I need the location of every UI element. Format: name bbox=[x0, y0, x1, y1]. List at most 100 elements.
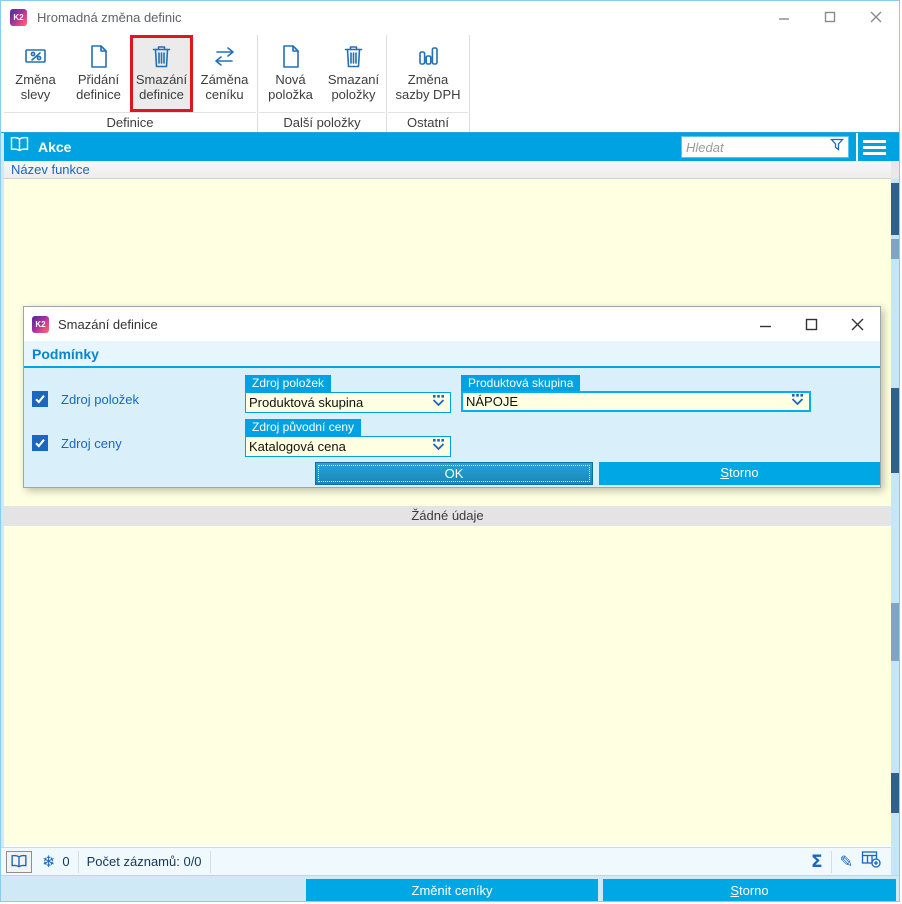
trash-icon bbox=[148, 40, 175, 72]
dialog-title: Smazání definice bbox=[58, 316, 158, 332]
dropdown-icon[interactable] bbox=[431, 438, 446, 456]
toolbar-group-dalsi-polozky: Nová položka Smazaní položky Další polož… bbox=[259, 35, 385, 132]
section-title: Podmínky bbox=[32, 345, 99, 362]
dropdown-icon[interactable] bbox=[790, 393, 805, 411]
field-tag: Zdroj původní ceny bbox=[245, 419, 362, 436]
bar-chart-icon bbox=[415, 40, 442, 72]
swap-arrows-icon bbox=[211, 40, 238, 72]
minimize-button[interactable] bbox=[761, 1, 807, 33]
divider bbox=[856, 133, 858, 161]
frozen-count: 0 bbox=[62, 854, 70, 869]
status-separator bbox=[77, 850, 79, 873]
dropdown-icon[interactable] bbox=[431, 394, 446, 412]
dialog-titlebar: K2 Smazání definice bbox=[24, 307, 880, 341]
delete-definition-button[interactable]: Smazání definice bbox=[130, 35, 193, 112]
toolbar-group-label: Definice bbox=[4, 112, 256, 132]
toolbar-group-label: Další položky bbox=[259, 112, 385, 132]
button-label: Nová bbox=[275, 72, 306, 87]
button-label: položka bbox=[268, 87, 313, 102]
button-label: Smazaní bbox=[327, 72, 380, 87]
ok-button[interactable]: OK bbox=[315, 462, 593, 485]
dialog-body: Zdroj položek Zdroj položek Produktová s… bbox=[24, 368, 880, 485]
combo-zdroj-puvodni-ceny bbox=[245, 436, 451, 457]
edit-pencil-icon[interactable]: ✎ bbox=[840, 852, 853, 871]
close-button[interactable] bbox=[853, 1, 899, 33]
button-label: definice bbox=[139, 87, 184, 102]
button-label: Záměna bbox=[200, 72, 249, 87]
checkbox-row-zdroj-ceny: Zdroj ceny bbox=[32, 435, 122, 451]
dialog-section-header: Podmínky bbox=[24, 341, 880, 368]
toolbar: Změna slevy Přidání definice Smazání def… bbox=[1, 33, 899, 133]
button-label: Změna bbox=[15, 72, 56, 87]
menu-icon[interactable] bbox=[861, 136, 888, 158]
search-input[interactable] bbox=[682, 138, 830, 156]
dialog-maximize-button[interactable] bbox=[788, 307, 834, 341]
dialog-close-button[interactable] bbox=[834, 307, 880, 341]
maximize-button[interactable] bbox=[807, 1, 853, 33]
toolbar-group-ostatni: Změna sazby DPH Ostatní bbox=[388, 35, 468, 132]
record-count: Počet záznamů: 0/0 bbox=[86, 854, 202, 869]
toolbar-group-definice: Změna slevy Přidání definice Smazání def… bbox=[4, 35, 256, 132]
apply-pricelists-button[interactable]: Změnit ceníky bbox=[306, 879, 598, 901]
toolbar-separator bbox=[257, 35, 258, 132]
add-record-form-icon[interactable] bbox=[861, 850, 881, 873]
change-vat-rate-button[interactable]: Změna sazby DPH bbox=[388, 35, 468, 112]
search-box bbox=[681, 136, 849, 158]
delete-definition-dialog: K2 Smazání definice Podmínky Zdroj polož… bbox=[23, 306, 881, 488]
filter-icon[interactable] bbox=[830, 138, 844, 157]
button-label: ceníku bbox=[205, 87, 244, 102]
button-label: položky bbox=[331, 87, 376, 102]
column-header-nazev-funkce[interactable]: Název funkce bbox=[4, 161, 891, 179]
combo-zdroj-polozek bbox=[245, 392, 451, 413]
button-label: definice bbox=[76, 87, 121, 102]
dialog-cancel-button[interactable]: Storno bbox=[599, 462, 880, 485]
dialog-minimize-button[interactable] bbox=[742, 307, 788, 341]
checkbox-label: Zdroj položek bbox=[61, 391, 140, 407]
checkbox-label: Zdroj ceny bbox=[61, 435, 122, 451]
delete-item-button[interactable]: Smazaní položky bbox=[322, 35, 385, 112]
change-discount-button[interactable]: Změna slevy bbox=[4, 35, 67, 112]
combo-value-input[interactable] bbox=[463, 394, 790, 409]
checkbox-zdroj-ceny[interactable] bbox=[32, 435, 48, 451]
snowflake-icon[interactable]: ❄ bbox=[42, 852, 55, 871]
button-label: sazby DPH bbox=[395, 87, 461, 102]
k2-app-icon: K2 bbox=[32, 315, 49, 333]
status-separator bbox=[830, 850, 832, 873]
toolbar-group-label: Ostatní bbox=[388, 112, 468, 132]
titlebar: K2 Hromadná změna definic bbox=[1, 1, 899, 33]
checkbox-row-zdroj-polozek: Zdroj položek bbox=[32, 391, 139, 407]
open-book-icon bbox=[9, 136, 30, 158]
button-label: Přidání bbox=[77, 72, 120, 87]
document-icon bbox=[277, 40, 304, 72]
field-tag: Zdroj položek bbox=[245, 375, 332, 392]
button-label: Změna bbox=[407, 72, 449, 87]
no-data-bar: Žádné údaje bbox=[4, 506, 891, 526]
new-item-button[interactable]: Nová položka bbox=[259, 35, 322, 112]
footer-cancel-button[interactable]: Storno bbox=[603, 879, 896, 901]
window-title: Hromadná změna definic bbox=[37, 9, 182, 25]
book-view-toggle[interactable] bbox=[6, 850, 32, 873]
panel-title: Akce bbox=[38, 139, 72, 155]
document-icon bbox=[85, 40, 112, 72]
checkbox-zdroj-polozek[interactable] bbox=[32, 391, 48, 407]
akce-panel-header: Akce bbox=[1, 133, 891, 161]
discount-icon bbox=[22, 40, 49, 72]
status-separator bbox=[209, 850, 211, 873]
window-left-edge bbox=[1, 133, 4, 847]
combo-value-input[interactable] bbox=[246, 439, 431, 454]
footer-bar: Změnit ceníky Storno bbox=[1, 875, 899, 901]
sum-icon[interactable]: Σ bbox=[811, 852, 823, 872]
toolbar-separator bbox=[386, 35, 387, 132]
add-definition-button[interactable]: Přidání definice bbox=[67, 35, 130, 112]
toolbar-separator bbox=[469, 35, 470, 132]
swap-pricelist-button[interactable]: Záměna ceníku bbox=[193, 35, 256, 112]
button-label: slevy bbox=[20, 87, 51, 102]
background-window-edge bbox=[891, 133, 899, 875]
application-window: K2 Hromadná změna definic Změna slevy Př… bbox=[0, 0, 900, 902]
combo-value-input[interactable] bbox=[246, 395, 431, 410]
trash-icon bbox=[340, 40, 367, 72]
button-label: Smazání bbox=[135, 72, 188, 87]
combo-produktova-skupina bbox=[461, 391, 811, 412]
status-bar: ❄ 0 Počet záznamů: 0/0 Σ ✎ bbox=[1, 847, 891, 875]
field-tag: Produktová skupina bbox=[461, 375, 581, 392]
